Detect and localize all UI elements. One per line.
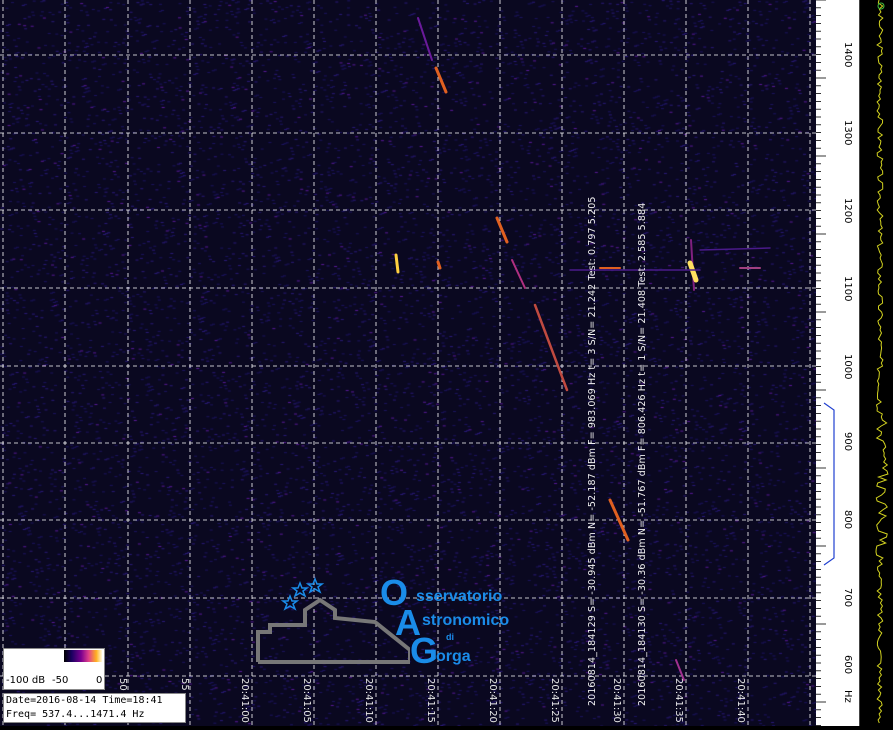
meteor-echo-streak: [495, 216, 509, 244]
meteor-echo-streak: [675, 659, 685, 681]
scale-mid-label: -50: [52, 675, 69, 686]
freq-tick-label: 1300: [842, 120, 853, 146]
freq-range-text: Freq= 537.4...1471.4 Hz: [6, 709, 145, 720]
logo-word-di: di: [446, 632, 454, 642]
freq-tick-label: 1000: [842, 354, 853, 380]
freq-tick-label: 700: [842, 588, 853, 608]
meteor-echo-streak: [434, 66, 448, 94]
time-tick-label: 55: [179, 678, 190, 691]
freq-tick-label: 600: [842, 655, 853, 675]
freq-tick-label: 800: [842, 510, 853, 530]
waterfall-spectrogram[interactable]: 50 55 20:41:00 20:41:05 20:41:10 20:41:15 20:4…: [0, 0, 816, 726]
detection-annotation-2: 20160814_184130 S= -30.36 dBm N= -51.767…: [637, 202, 648, 706]
spectrum-line: [875, 0, 889, 724]
star-icon: [280, 593, 300, 611]
info-panel: Date=2016-08-14 Time=18:41 Freq= 537.4..…: [3, 693, 186, 723]
logo-word-osservatorio: sservatorio: [416, 588, 503, 605]
meteor-echo-streak: [511, 259, 526, 289]
scale-min-label: -100 dB: [6, 675, 46, 686]
time-tick-label: 20:41:00: [239, 678, 250, 723]
logo-word-gorga: orga: [436, 648, 471, 665]
meteor-echo-streak: [394, 253, 400, 274]
time-tick-label: 20:41:35: [673, 678, 684, 723]
meteor-echo-streak: [436, 260, 442, 270]
freq-tick-label: 1200: [842, 198, 853, 224]
meteor-echo-streak: [417, 17, 433, 61]
time-tick-label: 20:41:40: [735, 678, 746, 723]
observatory-logo: O sservatorio A stronomico di G orga: [250, 570, 550, 671]
meteor-echo-streak: [699, 247, 771, 251]
spectrum-trace: [875, 0, 889, 724]
time-tick-label: 20:41:20: [487, 678, 498, 723]
color-gradient-bar: [64, 650, 102, 662]
freq-tick-label: 900: [842, 432, 853, 452]
scale-max-label: 0: [96, 675, 103, 686]
date-time-text: Date=2016-08-14 Time=18:41: [6, 695, 163, 706]
spectrum-trace-panel: [859, 0, 893, 726]
time-tick-label: 20:41:25: [549, 678, 560, 723]
time-tick-label: 20:41:05: [301, 678, 312, 723]
detection-annotation-1: 20160814_184129 S= -30.945 dBm N= -52.18…: [587, 196, 598, 707]
star-icon: [305, 576, 325, 594]
freq-tick-label: 1100: [842, 276, 853, 302]
freq-tick-label: 1400: [842, 42, 853, 68]
logo-word-astronomico: stronomico: [422, 612, 510, 629]
meteor-echo-streak: [533, 303, 569, 392]
meteor-echo-streak: [687, 260, 699, 283]
star-icon: [290, 580, 310, 598]
logo-letter-g: G: [410, 630, 439, 671]
freq-tick-label: Hz: [842, 690, 853, 703]
time-tick-label: 50: [117, 678, 128, 691]
time-tick-label: 20:41:10: [363, 678, 374, 723]
meteor-echo-streak: [608, 498, 630, 542]
time-tick-label: 20:41:15: [425, 678, 436, 723]
time-tick-label: 20:41:30: [611, 678, 622, 723]
